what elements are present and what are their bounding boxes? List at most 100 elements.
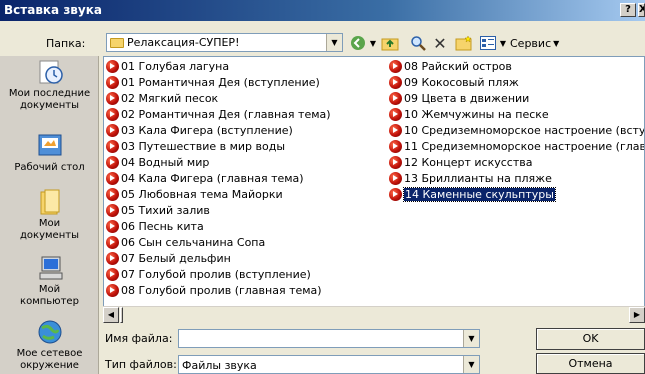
filetype-value: Файлы звука xyxy=(182,359,257,372)
file-item[interactable]: 05 Любовная тема Майорки xyxy=(106,187,283,202)
file-name: 09 Кокосовый пляж xyxy=(404,76,519,89)
file-name: 07 Голубой пролив (вступление) xyxy=(121,268,311,281)
file-name: 11 Средиземноморское настроение (главная… xyxy=(404,140,644,153)
filename-field[interactable]: ▼ xyxy=(178,329,480,348)
file-name: 05 Любовная тема Майорки xyxy=(121,188,283,201)
service-menu[interactable]: Сервис ▼ xyxy=(510,34,574,52)
file-name: 13 Бриллианты на пляже xyxy=(404,172,552,185)
file-item[interactable]: 12 Концерт искусства xyxy=(389,155,532,170)
file-list[interactable]: 01 Голубая лагуна 01 Романтичная Дея (вст… xyxy=(103,56,645,322)
file-item[interactable]: 03 Путешествие в мир воды xyxy=(106,139,285,154)
audio-file-icon xyxy=(106,220,119,233)
audio-file-icon xyxy=(106,108,119,121)
audio-file-icon xyxy=(389,188,402,201)
file-item[interactable]: 11 Средиземноморское настроение (главная… xyxy=(389,139,644,154)
file-item[interactable]: 08 Голубой пролив (главная тема) xyxy=(106,283,322,298)
file-name: 10 Жемчужины на песке xyxy=(404,108,549,121)
file-item[interactable]: 08 Райский остров xyxy=(389,59,512,74)
scroll-right-icon[interactable]: ▶ xyxy=(629,307,645,323)
audio-file-icon xyxy=(389,108,402,121)
file-name: 02 Романтичная Дея (главная тема) xyxy=(121,108,331,121)
chevron-down-icon[interactable]: ▼ xyxy=(463,330,479,347)
file-item[interactable]: 07 Голубой пролив (вступление) xyxy=(106,267,311,282)
places-bar: Мои последние документы Рабочий стол Мои… xyxy=(0,56,99,374)
file-name: 14 Каменные скульптуры xyxy=(403,187,556,202)
file-item[interactable]: 03 Кала Фигера (вступление) xyxy=(106,123,293,138)
service-label: Сервис xyxy=(510,36,552,50)
chevron-down-icon: ▼ xyxy=(553,38,560,48)
file-item[interactable]: 02 Мягкий песок xyxy=(106,91,218,106)
place-desktop[interactable]: Рабочий стол xyxy=(0,132,99,174)
file-item[interactable]: 04 Водный мир xyxy=(106,155,209,170)
audio-file-icon xyxy=(389,76,402,89)
new-folder-icon[interactable] xyxy=(454,34,474,52)
delete-icon[interactable]: ✕ xyxy=(430,34,450,53)
audio-file-icon xyxy=(106,204,119,217)
views-icon[interactable] xyxy=(478,34,498,52)
place-my-computer[interactable]: Мой компьютер xyxy=(0,254,99,308)
file-item[interactable]: 09 Цвета в движении xyxy=(389,91,529,106)
file-item[interactable]: 06 Сын сельчанина Сопа xyxy=(106,235,265,250)
audio-file-icon xyxy=(106,252,119,265)
views-dropdown-icon[interactable]: ▼ xyxy=(498,34,508,52)
audio-file-icon xyxy=(106,172,119,185)
place-recent-documents[interactable]: Мои последние документы xyxy=(0,58,99,112)
filetype-select[interactable]: Файлы звука ▼ xyxy=(178,355,480,374)
back-icon[interactable] xyxy=(348,34,368,52)
audio-file-icon xyxy=(389,60,402,73)
audio-file-icon xyxy=(106,156,119,169)
audio-file-icon xyxy=(106,236,119,249)
file-name: 02 Мягкий песок xyxy=(121,92,219,105)
search-icon[interactable] xyxy=(408,34,428,52)
file-name: 03 Кала Фигера (вступление) xyxy=(121,124,293,137)
folder-combo[interactable]: Релаксация-СУПЕР! ▼ xyxy=(106,33,343,52)
file-item[interactable]: 09 Кокосовый пляж xyxy=(389,75,519,90)
file-item[interactable]: 13 Бриллианты на пляже xyxy=(389,171,552,186)
audio-file-icon xyxy=(106,140,119,153)
file-item[interactable]: 01 Голубая лагуна xyxy=(106,59,229,74)
audio-file-icon xyxy=(389,140,402,153)
file-item[interactable]: 02 Романтичная Дея (главная тема) xyxy=(106,107,331,122)
file-name: 10 Средиземноморское настроение (вступле… xyxy=(404,124,645,137)
audio-file-icon xyxy=(106,60,119,73)
audio-file-icon xyxy=(106,92,119,105)
ok-button[interactable]: OK xyxy=(536,328,645,350)
up-folder-icon[interactable] xyxy=(380,34,400,52)
chevron-down-icon[interactable]: ▼ xyxy=(463,356,479,373)
audio-file-icon xyxy=(389,92,402,105)
recent-documents-icon xyxy=(34,58,66,86)
place-label: Мои документы xyxy=(20,218,79,241)
file-item[interactable]: 07 Белый дельфин xyxy=(106,251,231,266)
title-bar: Вставка звука ? X xyxy=(0,0,645,21)
file-item[interactable]: 10 Средиземноморское настроение (вступле… xyxy=(389,123,645,138)
chevron-down-icon[interactable]: ▼ xyxy=(326,34,342,51)
back-dropdown-icon[interactable]: ▼ xyxy=(368,34,378,52)
audio-file-icon xyxy=(389,156,402,169)
audio-file-icon xyxy=(106,284,119,297)
file-name: 09 Цвета в движении xyxy=(404,92,530,105)
close-button[interactable]: X xyxy=(638,3,645,17)
filetype-label: Тип файлов: xyxy=(105,358,177,371)
place-label: Мой компьютер xyxy=(20,284,79,307)
audio-file-icon xyxy=(106,188,119,201)
file-name: 06 Песнь кита xyxy=(121,220,204,233)
audio-file-icon xyxy=(106,76,119,89)
horizontal-scrollbar[interactable]: ◀ ▶ xyxy=(103,306,645,323)
file-item[interactable]: 14 Каменные скульптуры xyxy=(389,187,556,202)
file-item[interactable]: 01 Романтичная Дея (вступление) xyxy=(106,75,320,90)
file-name: 06 Сын сельчанина Сопа xyxy=(121,236,266,249)
my-documents-icon xyxy=(34,188,66,216)
window-title: Вставка звука xyxy=(4,3,102,17)
file-item[interactable]: 05 Тихий залив xyxy=(106,203,210,218)
scroll-thumb[interactable] xyxy=(120,307,123,323)
place-network[interactable]: Мое сетевое окружение xyxy=(0,318,99,372)
cancel-button[interactable]: Отмена xyxy=(536,353,645,374)
file-item[interactable]: 10 Жемчужины на песке xyxy=(389,107,549,122)
file-name: 04 Кала Фигера (главная тема) xyxy=(121,172,304,185)
file-item[interactable]: 04 Кала Фигера (главная тема) xyxy=(106,171,304,186)
scroll-left-icon[interactable]: ◀ xyxy=(103,307,119,323)
my-computer-icon xyxy=(34,254,66,282)
place-my-documents[interactable]: Мои документы xyxy=(0,188,99,242)
help-button[interactable]: ? xyxy=(620,3,636,17)
file-item[interactable]: 06 Песнь кита xyxy=(106,219,204,234)
